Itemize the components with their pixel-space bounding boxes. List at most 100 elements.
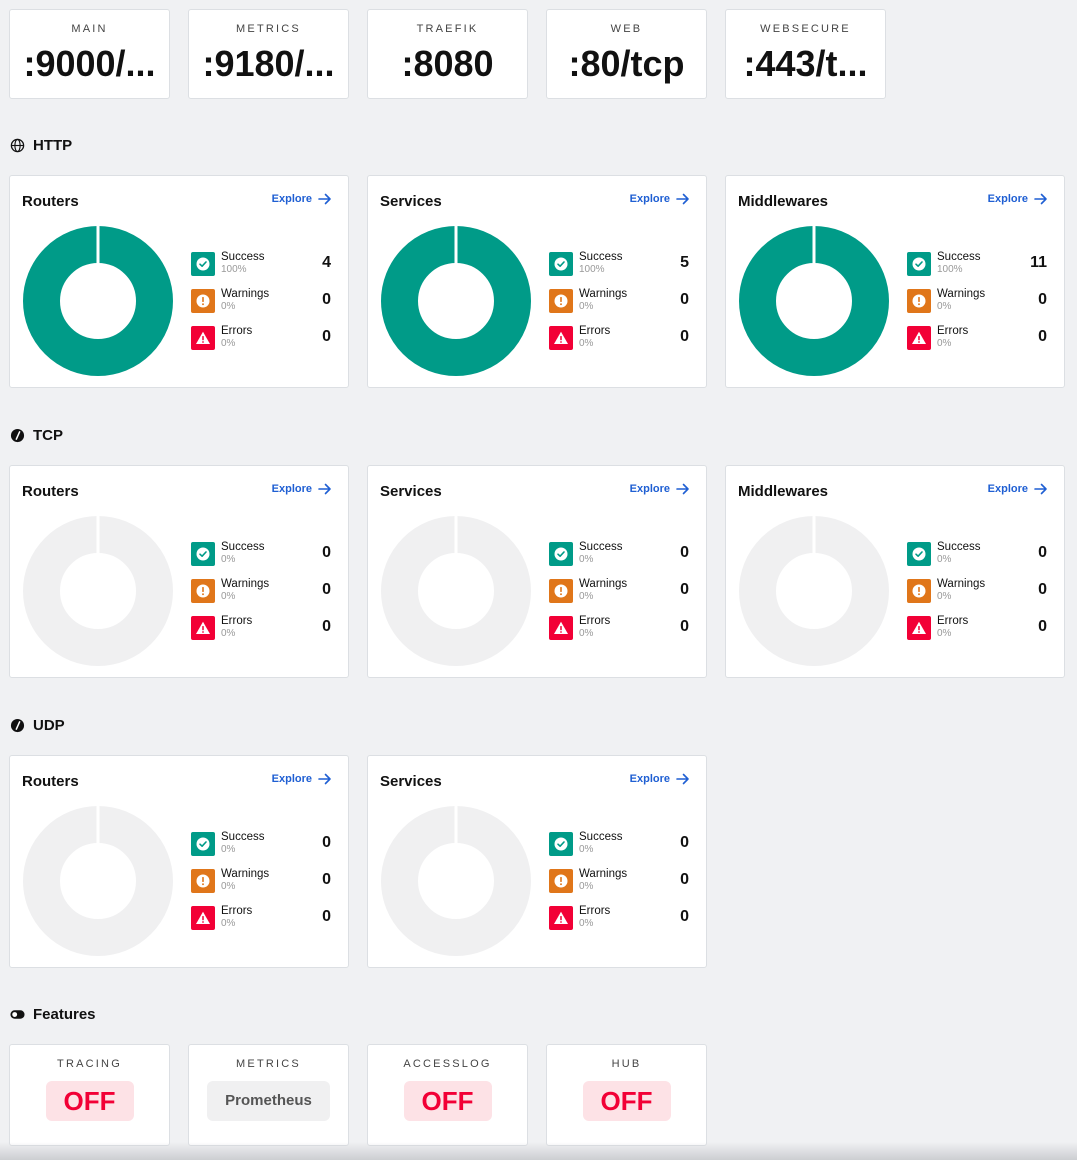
check-circle-icon [554,257,568,271]
status-label: Warnings [221,868,270,880]
explore-link[interactable]: Explore [272,483,332,495]
status-count: 0 [322,908,331,925]
status-label: Warnings [579,868,628,880]
check-circle-icon [196,257,210,271]
status-row-warnings: Warnings 0% 0 [191,287,331,324]
tcp-cards: Routers Explore Success 0% 0 Warnings 0% 0 Error… [9,465,1065,678]
explore-link[interactable]: Explore [630,483,690,495]
check-circle-icon [912,257,926,271]
arrow-right-icon [318,193,331,205]
explore-link[interactable]: Explore [988,483,1048,495]
feature-status-badge: OFF [45,1081,134,1121]
status-badge-success [191,542,215,566]
feature-card-tracing: TRACING OFF [9,1044,170,1146]
status-label: Warnings [221,578,270,590]
globe-icon [10,138,25,153]
status-percent: 0% [579,554,594,565]
status-list: Success 0% 0 Warnings 0% 0 Errors 0% 0 [907,540,1047,651]
section-label: Features [33,1006,96,1023]
status-count: 0 [322,291,331,308]
explore-link[interactable]: Explore [272,193,332,205]
status-badge-warnings [549,579,573,603]
status-percent: 0% [221,554,236,565]
status-badge-success [549,542,573,566]
status-label: Success [221,541,265,553]
status-row-errors: Errors 0% 0 [191,324,331,361]
status-badge-errors [907,616,931,640]
status-label: Success [937,541,981,553]
explore-link[interactable]: Explore [630,773,690,785]
tcp-middlewares-card: Middlewares Explore Success 0% 0 Warnings 0% 0 E… [725,465,1065,678]
status-percent: 0% [579,301,594,312]
feature-name: HUB [611,1058,642,1070]
explore-link[interactable]: Explore [630,193,690,205]
status-count: 0 [322,834,331,851]
status-row-success: Success 0% 0 [907,540,1047,577]
status-percent: 100% [221,264,247,275]
explore-label: Explore [629,193,670,205]
feature-name: METRICS [236,1058,301,1070]
status-label: Errors [579,325,611,337]
status-count: 0 [322,581,331,598]
warning-triangle-icon [912,621,926,634]
card-title: Routers [22,193,79,210]
status-badge-errors [907,326,931,350]
status-row-errors: Errors 0% 0 [549,904,689,941]
status-count: 0 [1038,328,1047,345]
status-list: Success 0% 0 Warnings 0% 0 Errors 0% 0 [549,540,689,651]
status-percent: 0% [221,844,236,855]
section-label: HTTP [33,137,73,154]
status-row-warnings: Warnings 0% 0 [191,867,331,904]
status-row-success: Success 100% 4 [191,250,331,287]
section-title-http: HTTP [10,137,72,154]
feature-name: TRACING [57,1058,122,1070]
status-label: Errors [221,905,253,917]
status-count: 0 [322,871,331,888]
status-row-success: Success 0% 0 [191,540,331,577]
status-badge-warnings [907,579,931,603]
explore-label: Explore [987,483,1028,495]
toggle-icon [10,1010,25,1019]
status-count: 0 [680,908,689,925]
entrypoint-card-websecure: WEBSECURE :443/t... [725,9,886,99]
explore-link[interactable]: Explore [272,773,332,785]
check-circle-icon [554,837,568,851]
udp-services-card: Services Explore Success 0% 0 Warnings 0% 0 Erro… [367,755,707,968]
status-row-errors: Errors 0% 0 [191,614,331,651]
status-label: Errors [579,615,611,627]
status-badge-success [907,542,931,566]
section-label: UDP [33,717,65,734]
status-percent: 0% [937,301,952,312]
arrow-right-icon [318,773,331,785]
status-percent: 0% [221,628,236,639]
status-badge-warnings [549,289,573,313]
explore-label: Explore [987,193,1028,205]
status-count: 0 [1038,544,1047,561]
status-count: 0 [680,871,689,888]
card-title: Routers [22,483,79,500]
status-donut-chart [23,226,173,376]
status-percent: 0% [579,918,594,929]
status-label: Errors [221,615,253,627]
arrow-right-icon [676,193,689,205]
udp-icon [10,718,25,733]
feature-card-accesslog: ACCESSLOG OFF [367,1044,528,1146]
status-count: 0 [322,544,331,561]
section-label: TCP [33,427,63,444]
http-services-card: Services Explore Success 100% 5 Warnings 0% 0 Er… [367,175,707,388]
entrypoint-name: MAIN [71,23,108,35]
explore-link[interactable]: Explore [988,193,1048,205]
status-count: 0 [322,618,331,635]
exclamation-circle-icon [554,874,568,888]
udp-routers-card: Routers Explore Success 0% 0 Warnings 0% 0 Error… [9,755,349,968]
exclamation-circle-icon [196,584,210,598]
status-percent: 0% [937,628,952,639]
status-row-warnings: Warnings 0% 0 [907,287,1047,324]
status-percent: 0% [579,881,594,892]
entrypoint-card-web: WEB :80/tcp [546,9,707,99]
status-percent: 0% [937,591,952,602]
status-row-warnings: Warnings 0% 0 [191,577,331,614]
status-label: Success [579,541,623,553]
status-label: Success [937,251,981,263]
card-title: Routers [22,773,79,790]
